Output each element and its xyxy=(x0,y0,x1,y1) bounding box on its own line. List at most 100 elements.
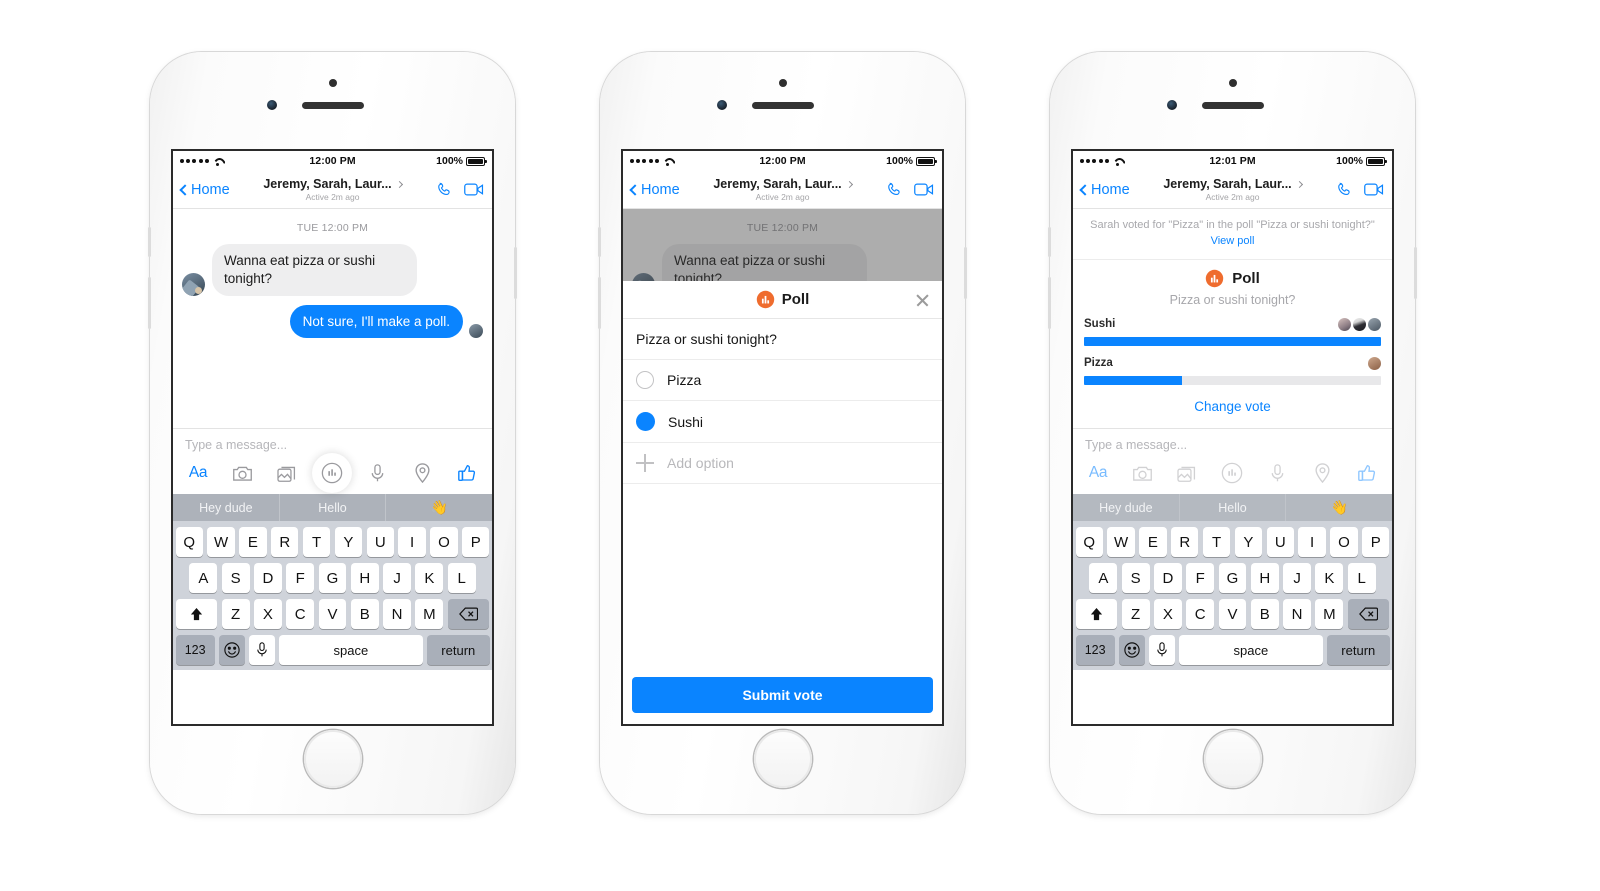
key-p[interactable]: P xyxy=(462,527,490,557)
key-r[interactable]: R xyxy=(1171,527,1199,557)
key-v[interactable]: V xyxy=(1218,599,1247,629)
key-g[interactable]: G xyxy=(1218,563,1247,593)
key-m[interactable]: M xyxy=(415,599,444,629)
microphone-icon[interactable] xyxy=(365,461,389,485)
video-call-icon[interactable] xyxy=(914,182,934,197)
poll-option-sushi[interactable]: Sushi xyxy=(623,401,942,443)
home-button[interactable] xyxy=(1203,730,1262,788)
key-e[interactable]: E xyxy=(1139,527,1167,557)
backspace-icon[interactable] xyxy=(447,599,490,629)
key-w[interactable]: W xyxy=(207,527,235,557)
key-j[interactable]: J xyxy=(383,563,411,593)
back-to-home-button[interactable]: Home xyxy=(179,182,230,198)
space-key[interactable]: space xyxy=(279,635,423,665)
suggestion-1[interactable]: Hey dude xyxy=(1073,494,1180,521)
back-to-home-button[interactable]: Home xyxy=(1079,182,1130,198)
key-b[interactable]: B xyxy=(350,599,379,629)
key-a[interactable]: A xyxy=(189,563,218,593)
key-w[interactable]: W xyxy=(1107,527,1135,557)
suggestion-1[interactable]: Hey dude xyxy=(173,494,280,521)
key-l[interactable]: L xyxy=(1347,563,1376,593)
key-q[interactable]: Q xyxy=(1075,527,1103,557)
photo-gallery-icon[interactable] xyxy=(276,461,300,485)
phone-call-icon[interactable] xyxy=(436,181,453,198)
key-u[interactable]: U xyxy=(1266,527,1294,557)
key-u[interactable]: U xyxy=(366,527,394,557)
poll-icon[interactable] xyxy=(320,461,344,485)
key-i[interactable]: I xyxy=(1298,527,1326,557)
key-p[interactable]: P xyxy=(1362,527,1390,557)
back-to-home-button[interactable]: Home xyxy=(629,182,680,198)
key-g[interactable]: G xyxy=(318,563,347,593)
key-h[interactable]: H xyxy=(1250,563,1279,593)
key-x[interactable]: X xyxy=(1154,599,1182,629)
message-input-placeholder[interactable]: Type a message... xyxy=(1073,429,1392,459)
key-r[interactable]: R xyxy=(271,527,299,557)
location-pin-icon[interactable] xyxy=(1310,461,1334,485)
location-pin-icon[interactable] xyxy=(410,461,434,485)
space-key[interactable]: space xyxy=(1179,635,1323,665)
key-q[interactable]: Q xyxy=(175,527,203,557)
key-h[interactable]: H xyxy=(350,563,379,593)
microphone-icon[interactable] xyxy=(1149,635,1175,665)
add-option-button[interactable]: Add option xyxy=(623,443,942,484)
key-n[interactable]: N xyxy=(1283,599,1311,629)
microphone-icon[interactable] xyxy=(1265,461,1289,485)
key-y[interactable]: Y xyxy=(334,527,363,557)
key-v[interactable]: V xyxy=(318,599,347,629)
key-y[interactable]: Y xyxy=(1234,527,1263,557)
key-z[interactable]: Z xyxy=(221,599,250,629)
poll-icon[interactable] xyxy=(1220,461,1244,485)
home-button[interactable] xyxy=(303,730,362,788)
video-call-icon[interactable] xyxy=(1364,182,1384,197)
close-icon[interactable] xyxy=(915,292,930,307)
suggestion-2[interactable]: Hello xyxy=(280,494,387,521)
key-l[interactable]: L xyxy=(447,563,476,593)
key-f[interactable]: F xyxy=(286,563,315,593)
thumbs-up-icon[interactable] xyxy=(1355,461,1379,485)
key-a[interactable]: A xyxy=(1089,563,1118,593)
key-e[interactable]: E xyxy=(239,527,267,557)
key-z[interactable]: Z xyxy=(1121,599,1150,629)
key-k[interactable]: K xyxy=(1315,563,1344,593)
radio-selected-icon[interactable] xyxy=(636,412,655,431)
suggestion-2[interactable]: Hello xyxy=(1180,494,1287,521)
phone-call-icon[interactable] xyxy=(1336,181,1353,198)
emoji-icon[interactable] xyxy=(1119,635,1145,665)
suggestion-3[interactable]: 👋 xyxy=(1286,494,1392,521)
key-i[interactable]: I xyxy=(398,527,426,557)
key-t[interactable]: T xyxy=(302,527,331,557)
key-d[interactable]: D xyxy=(1154,563,1182,593)
key-m[interactable]: M xyxy=(1315,599,1344,629)
key-t[interactable]: T xyxy=(1202,527,1231,557)
return-key[interactable]: return xyxy=(1327,635,1390,665)
key-n[interactable]: N xyxy=(383,599,411,629)
camera-icon[interactable] xyxy=(231,461,255,485)
key-d[interactable]: D xyxy=(254,563,282,593)
poll-option-pizza[interactable]: Pizza xyxy=(623,360,942,401)
key-b[interactable]: B xyxy=(1250,599,1279,629)
radio-unselected-icon[interactable] xyxy=(636,371,654,389)
numeric-key[interactable]: 123 xyxy=(175,635,215,665)
text-format-icon[interactable]: Aa xyxy=(1086,461,1110,485)
poll-result-row-pizza[interactable]: Pizza xyxy=(1073,346,1392,386)
camera-icon[interactable] xyxy=(1131,461,1155,485)
key-s[interactable]: S xyxy=(1121,563,1150,593)
key-f[interactable]: F xyxy=(1186,563,1215,593)
microphone-icon[interactable] xyxy=(249,635,275,665)
key-x[interactable]: X xyxy=(254,599,282,629)
key-o[interactable]: O xyxy=(1330,527,1358,557)
backspace-icon[interactable] xyxy=(1347,599,1390,629)
key-j[interactable]: J xyxy=(1283,563,1311,593)
home-button[interactable] xyxy=(753,730,812,788)
key-c[interactable]: C xyxy=(1186,599,1215,629)
key-s[interactable]: S xyxy=(221,563,250,593)
suggestion-3[interactable]: 👋 xyxy=(386,494,492,521)
shift-icon[interactable] xyxy=(1075,599,1118,629)
key-k[interactable]: K xyxy=(415,563,444,593)
photo-gallery-icon[interactable] xyxy=(1176,461,1200,485)
return-key[interactable]: return xyxy=(427,635,490,665)
key-c[interactable]: C xyxy=(286,599,315,629)
shift-icon[interactable] xyxy=(175,599,218,629)
view-poll-link[interactable]: View poll xyxy=(1211,235,1255,247)
